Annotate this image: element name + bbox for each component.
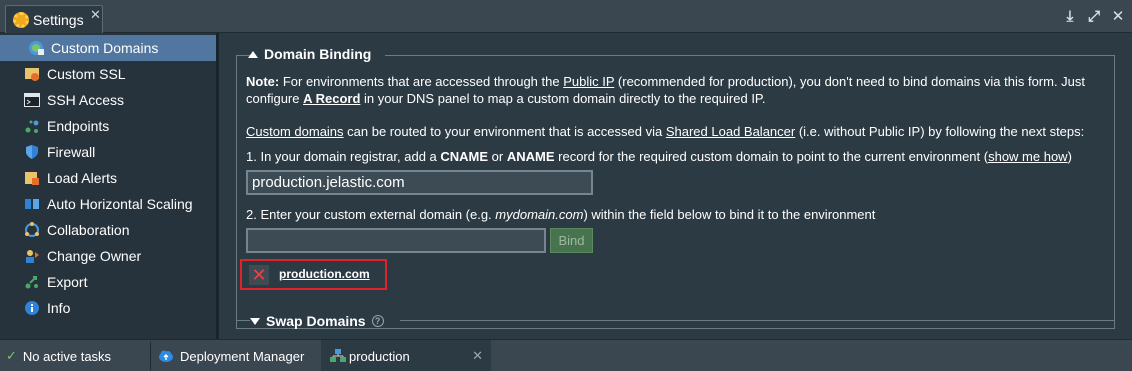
sidebar-item-label: Endpoints xyxy=(47,118,110,134)
gear-icon xyxy=(13,12,29,28)
help-icon[interactable]: ? xyxy=(371,315,384,327)
shield-icon xyxy=(24,144,40,160)
custom-domain-input[interactable] xyxy=(246,228,546,253)
collaboration-icon xyxy=(24,222,40,238)
show-me-how-link[interactable]: show me how xyxy=(988,149,1067,164)
note-text: in your DNS panel to map a custom domain… xyxy=(360,91,766,106)
step-text: or xyxy=(488,149,507,164)
routing-text: (i.e. without Public IP) by following th… xyxy=(795,124,1085,139)
sidebar-item-collaboration[interactable]: Collaboration xyxy=(0,217,216,243)
export-icon xyxy=(24,274,40,290)
bind-button[interactable]: Bind xyxy=(550,228,593,253)
window-header: Settings ✕ ⤓ ⤢ ✕ xyxy=(0,0,1132,33)
environment-icon xyxy=(330,349,346,363)
sidebar-item-info[interactable]: Info xyxy=(0,295,216,321)
load-alerts-icon xyxy=(24,170,40,186)
note-line-1: Note: For environments that are accessed… xyxy=(246,73,1085,90)
task-status-label: No active tasks xyxy=(22,348,112,364)
bound-domain-link[interactable]: production.com xyxy=(279,267,370,281)
sidebar-item-label: Load Alerts xyxy=(47,170,118,186)
step-text: ) within the field below to bind it to t… xyxy=(583,207,876,222)
domain-binding-header[interactable]: Domain Binding xyxy=(248,46,371,62)
note-line-2: configure A Record in your DNS panel to … xyxy=(246,90,766,107)
step-text: record for the required custom domain to… xyxy=(554,149,989,164)
task-status[interactable]: ✓ No active tasks xyxy=(6,340,146,371)
step-text: ) xyxy=(1067,149,1072,164)
sidebar-item-label: Custom SSL xyxy=(47,66,126,82)
sidebar-item-custom-ssl[interactable]: Custom SSL xyxy=(0,61,216,87)
taskbar: ✓ No active tasks Deployment Manager pro… xyxy=(0,339,1132,371)
sidebar-item-load-alerts[interactable]: Load Alerts xyxy=(0,165,216,191)
ssl-certificate-icon xyxy=(24,66,40,82)
custom-domains-icon xyxy=(28,40,44,56)
collapse-icon xyxy=(248,50,258,58)
domain-settings-panel: Domain Binding Note: For environments th… xyxy=(222,33,1132,339)
environment-domain-value: production.jelastic.com xyxy=(252,174,405,191)
sidebar-item-label: Auto Horizontal Scaling xyxy=(47,196,193,212)
a-record-link[interactable]: A Record xyxy=(303,91,360,106)
sidebar-item-custom-domains[interactable]: Custom Domains xyxy=(0,35,216,61)
info-icon xyxy=(24,300,40,316)
routing-line: Custom domains can be routed to your env… xyxy=(246,123,1084,140)
cname-label: CNAME xyxy=(440,149,489,164)
domain-binding-title: Domain Binding xyxy=(264,46,372,62)
deployment-manager-tab[interactable]: Deployment Manager xyxy=(158,340,318,371)
deployment-manager-label: Deployment Manager xyxy=(180,348,305,364)
step-text: 1. In your domain registrar, add a xyxy=(246,149,441,164)
sidebar-item-firewall[interactable]: Firewall xyxy=(0,139,216,165)
sidebar-item-label: SSH Access xyxy=(47,92,125,108)
close-tab-icon[interactable]: ✕ xyxy=(90,7,101,23)
shared-load-balancer-link[interactable]: Shared Load Balancer xyxy=(666,124,795,139)
sidebar-item-label: Custom Domains xyxy=(51,40,159,56)
sidebar-item-endpoints[interactable]: Endpoints xyxy=(0,113,216,139)
sidebar-item-label: Info xyxy=(47,300,71,316)
sidebar-item-change-owner[interactable]: Change Owner xyxy=(0,243,216,269)
sidebar-item-label: Export xyxy=(47,274,88,290)
window-controls: ⤓ ⤢ ✕ xyxy=(1062,8,1126,26)
sidebar-item-label: Firewall xyxy=(47,144,96,160)
production-environment-tab[interactable]: production ✕ xyxy=(321,340,491,371)
routing-text: can be routed to your environment that i… xyxy=(343,124,666,139)
settings-sidebar: Custom Domains Custom SSL SSH Access End… xyxy=(0,33,219,339)
sidebar-item-label: Change Owner xyxy=(47,248,142,264)
close-icon[interactable]: ✕ xyxy=(472,348,483,364)
environment-domain-field[interactable]: production.jelastic.com xyxy=(246,170,593,195)
swap-domains-title: Swap Domains xyxy=(266,313,366,329)
expand-icon[interactable]: ⤢ xyxy=(1086,8,1102,25)
scaling-icon xyxy=(24,196,40,212)
remove-domain-icon[interactable]: ✕ xyxy=(249,265,269,285)
cloud-icon xyxy=(158,349,174,363)
step-2: 2. Enter your custom external domain (e.… xyxy=(246,206,875,223)
note-text: configure xyxy=(246,91,304,106)
custom-domains-link[interactable]: Custom domains xyxy=(246,124,344,139)
sidebar-item-ssh-access[interactable]: SSH Access xyxy=(0,87,216,113)
settings-tab[interactable]: Settings ✕ xyxy=(5,5,103,33)
sidebar-item-auto-horizontal-scaling[interactable]: Auto Horizontal Scaling xyxy=(0,191,216,217)
note-text: For environments that are accessed throu… xyxy=(279,74,564,89)
swap-domains-header[interactable]: Swap Domains ? xyxy=(250,313,384,329)
endpoints-icon xyxy=(24,118,40,134)
terminal-icon xyxy=(24,92,40,108)
production-tab-label: production xyxy=(349,348,410,364)
close-icon[interactable]: ✕ xyxy=(1110,8,1126,25)
sidebar-item-label: Collaboration xyxy=(47,222,130,238)
sidebar-item-export[interactable]: Export xyxy=(0,269,216,295)
taskbar-divider xyxy=(150,342,151,370)
example-domain: mydomain.com xyxy=(495,207,584,222)
checkmark-icon: ✓ xyxy=(6,348,17,363)
settings-tab-label: Settings xyxy=(33,12,84,28)
note-label: Note: xyxy=(246,74,280,89)
step-text: 2. Enter your custom external domain (e.… xyxy=(246,207,496,222)
public-ip-link[interactable]: Public IP xyxy=(563,74,614,89)
change-owner-icon xyxy=(24,248,40,264)
aname-label: ANAME xyxy=(506,149,555,164)
bound-domain-entry: ✕ production.com xyxy=(240,259,387,290)
note-text: (recommended for production), you don't … xyxy=(614,74,1086,89)
download-icon[interactable]: ⤓ xyxy=(1062,8,1078,25)
step-1: 1. In your domain registrar, add a CNAME… xyxy=(246,148,1072,165)
expand-section-icon xyxy=(250,317,260,325)
